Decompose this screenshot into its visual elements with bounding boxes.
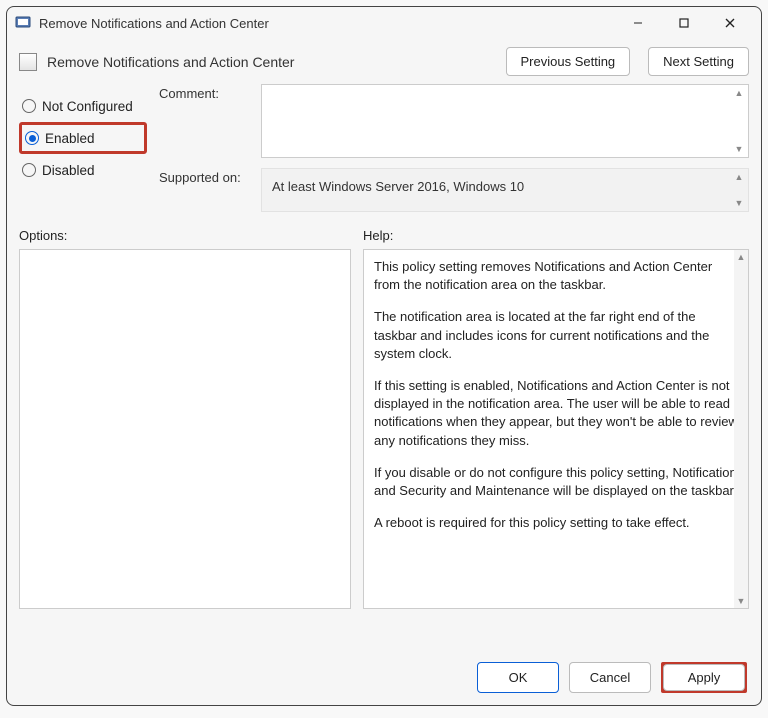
radio-icon: [25, 131, 39, 145]
radio-label: Enabled: [45, 131, 95, 146]
help-paragraph: If this setting is enabled, Notification…: [374, 377, 738, 450]
options-label: Options:: [19, 228, 351, 243]
radio-label: Not Configured: [42, 99, 133, 114]
policy-title: Remove Notifications and Action Center: [47, 54, 488, 70]
fields: Comment: ▲ ▼ Supported on: At least Wind…: [159, 84, 749, 222]
help-paragraph: A reboot is required for this policy set…: [374, 514, 738, 532]
help-pane: This policy setting removes Notification…: [363, 249, 749, 609]
help-paragraph: This policy setting removes Notification…: [374, 258, 738, 294]
supported-row: Supported on: At least Windows Server 20…: [159, 168, 749, 212]
comment-row: Comment: ▲ ▼: [159, 84, 749, 158]
config-row: Not Configured Enabled Disabled Comment:…: [7, 84, 761, 222]
scroll-up-icon[interactable]: ▲: [733, 171, 745, 183]
supported-label: Supported on:: [159, 168, 251, 212]
scroll-up-icon[interactable]: ▲: [734, 250, 748, 264]
scroll-up-icon[interactable]: ▲: [733, 87, 745, 99]
radio-icon: [22, 163, 36, 177]
comment-label: Comment:: [159, 84, 251, 158]
panes: This policy setting removes Notification…: [7, 249, 761, 650]
radio-enabled[interactable]: Enabled: [19, 122, 147, 154]
policy-icon: [19, 53, 37, 71]
radio-label: Disabled: [42, 163, 95, 178]
help-paragraph: The notification area is located at the …: [374, 308, 738, 363]
scroll-down-icon[interactable]: ▼: [734, 594, 748, 608]
maximize-button[interactable]: [661, 9, 707, 37]
subheader: Remove Notifications and Action Center P…: [7, 39, 761, 84]
comment-textarea[interactable]: ▲ ▼: [261, 84, 749, 158]
titlebar: Remove Notifications and Action Center: [7, 7, 761, 39]
next-setting-button[interactable]: Next Setting: [648, 47, 749, 76]
minimize-button[interactable]: [615, 9, 661, 37]
app-icon: [15, 15, 31, 31]
policy-editor-window: Remove Notifications and Action Center R…: [6, 6, 762, 706]
dialog-footer: OK Cancel Apply: [7, 650, 761, 705]
cancel-button[interactable]: Cancel: [569, 662, 651, 693]
radio-not-configured[interactable]: Not Configured: [19, 90, 147, 122]
scroll-down-icon[interactable]: ▼: [733, 197, 745, 209]
radio-icon: [22, 99, 36, 113]
options-pane: [19, 249, 351, 609]
radio-disabled[interactable]: Disabled: [19, 154, 147, 186]
ok-button[interactable]: OK: [477, 662, 559, 693]
scroll-down-icon[interactable]: ▼: [733, 143, 745, 155]
help-paragraph: If you disable or do not configure this …: [374, 464, 738, 500]
window-title: Remove Notifications and Action Center: [39, 16, 615, 31]
previous-setting-button[interactable]: Previous Setting: [506, 47, 631, 76]
apply-highlight: Apply: [661, 662, 747, 693]
section-labels: Options: Help:: [7, 222, 761, 249]
apply-button[interactable]: Apply: [663, 664, 745, 691]
supported-value: At least Windows Server 2016, Windows 10: [272, 179, 524, 194]
supported-on-box: At least Windows Server 2016, Windows 10…: [261, 168, 749, 212]
state-radios: Not Configured Enabled Disabled: [19, 84, 147, 222]
help-label: Help:: [363, 228, 393, 243]
close-button[interactable]: [707, 9, 753, 37]
help-scrollbar[interactable]: ▲ ▼: [734, 250, 748, 608]
